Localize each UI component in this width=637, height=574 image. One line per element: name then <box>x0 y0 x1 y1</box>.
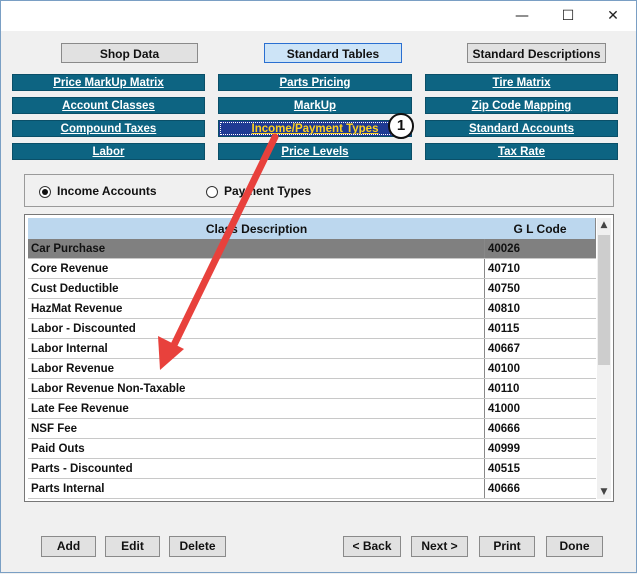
cell-gl-code: 40100 <box>488 363 520 375</box>
callout-badge: 1 <box>388 113 414 139</box>
account-classes-button[interactable]: Account Classes <box>12 97 205 114</box>
close-icon[interactable]: ✕ <box>590 1 636 31</box>
column-header-gl-code[interactable]: G L Code <box>485 218 596 240</box>
table-row[interactable]: Labor Revenue 40100 <box>28 359 596 379</box>
cell-gl-code: 40110 <box>488 383 520 395</box>
tax-rate-button[interactable]: Tax Rate <box>425 143 618 160</box>
radio-selected-icon <box>39 186 51 198</box>
minimize-icon[interactable]: — <box>499 1 545 31</box>
main-window: — ☐ ✕ Shop Data Standard Tables Standard… <box>0 0 637 573</box>
cell-gl-code: 40666 <box>488 423 520 435</box>
column-header-description[interactable]: Class Description <box>28 218 486 240</box>
cell-description: Parts Internal <box>28 479 485 498</box>
cell-gl-code: 40515 <box>488 463 520 475</box>
scroll-up-icon[interactable]: ▲ <box>597 218 611 232</box>
payment-types-radio[interactable]: Payment Types <box>206 184 311 198</box>
cell-description: Labor Revenue <box>28 359 485 378</box>
cell-description: Car Purchase <box>28 239 485 258</box>
markup-button[interactable]: MarkUp <box>218 97 412 114</box>
cell-gl-code: 40999 <box>488 443 520 455</box>
labor-button[interactable]: Labor <box>12 143 205 160</box>
cell-gl-code: 41000 <box>488 403 520 415</box>
cell-gl-code: 40666 <box>488 483 520 495</box>
standard-descriptions-button[interactable]: Standard Descriptions <box>467 43 606 63</box>
table-row[interactable]: Paid Outs 40999 <box>28 439 596 459</box>
cell-description: Cust Deductible <box>28 279 485 298</box>
next-button[interactable]: Next > <box>411 536 468 557</box>
price-markup-matrix-button[interactable]: Price MarkUp Matrix <box>12 74 205 91</box>
title-bar: — ☐ ✕ <box>1 1 636 31</box>
cell-description: Labor Internal <box>28 339 485 358</box>
parts-pricing-button[interactable]: Parts Pricing <box>218 74 412 91</box>
cell-description: Paid Outs <box>28 439 485 458</box>
cell-gl-code: 40115 <box>488 323 520 335</box>
cell-description: HazMat Revenue <box>28 299 485 318</box>
shop-data-button[interactable]: Shop Data <box>61 43 198 63</box>
accounts-grid: Class Description G L Code Car Purchase 4… <box>24 214 614 502</box>
table-row[interactable]: Parts - Discounted 40515 <box>28 459 596 479</box>
table-row[interactable]: HazMat Revenue 40810 <box>28 299 596 319</box>
back-button[interactable]: < Back <box>343 536 401 557</box>
income-payment-types-button[interactable]: Income/Payment Types <box>218 120 412 137</box>
cell-gl-code: 40667 <box>488 343 520 355</box>
cell-gl-code: 40710 <box>488 263 520 275</box>
payment-types-label: Payment Types <box>224 184 312 198</box>
table-row[interactable]: Core Revenue 40710 <box>28 259 596 279</box>
table-row[interactable]: Cust Deductible 40750 <box>28 279 596 299</box>
cell-description: NSF Fee <box>28 419 485 438</box>
done-button[interactable]: Done <box>546 536 603 557</box>
radio-unselected-icon <box>206 186 218 198</box>
table-row[interactable]: Parts Internal 40666 <box>28 479 596 499</box>
table-row[interactable]: Labor - Discounted 40115 <box>28 319 596 339</box>
cell-description: Labor - Discounted <box>28 319 485 338</box>
standard-accounts-button[interactable]: Standard Accounts <box>425 120 618 137</box>
table-row[interactable]: Car Purchase 40026 <box>28 239 596 259</box>
cell-description: Late Fee Revenue <box>28 399 485 418</box>
cell-gl-code: 40750 <box>488 283 520 295</box>
cell-gl-code: 40810 <box>488 303 520 315</box>
delete-button[interactable]: Delete <box>169 536 226 557</box>
cell-description: Labor Revenue Non-Taxable <box>28 379 485 398</box>
scroll-thumb[interactable] <box>598 235 610 365</box>
account-type-group: Income Accounts Payment Types <box>24 174 614 207</box>
income-accounts-radio[interactable]: Income Accounts <box>39 184 157 198</box>
print-button[interactable]: Print <box>479 536 535 557</box>
cell-description: Parts - Discounted <box>28 459 485 478</box>
price-levels-button[interactable]: Price Levels <box>218 143 412 160</box>
scroll-down-icon[interactable]: ▼ <box>597 485 611 499</box>
maximize-icon[interactable]: ☐ <box>545 1 591 31</box>
vertical-scrollbar[interactable]: ▲ ▼ <box>597 218 611 499</box>
cell-description: Core Revenue <box>28 259 485 278</box>
table-row[interactable]: Labor Revenue Non-Taxable 40110 <box>28 379 596 399</box>
income-accounts-label: Income Accounts <box>57 184 157 198</box>
table-row[interactable]: NSF Fee 40666 <box>28 419 596 439</box>
table-row[interactable]: Labor Internal 40667 <box>28 339 596 359</box>
cell-gl-code: 40026 <box>488 243 520 255</box>
standard-tables-button[interactable]: Standard Tables <box>264 43 402 63</box>
compound-taxes-button[interactable]: Compound Taxes <box>12 120 205 137</box>
table-row[interactable]: Late Fee Revenue 41000 <box>28 399 596 419</box>
zip-code-mapping-button[interactable]: Zip Code Mapping <box>425 97 618 114</box>
tire-matrix-button[interactable]: Tire Matrix <box>425 74 618 91</box>
edit-button[interactable]: Edit <box>105 536 160 557</box>
add-button[interactable]: Add <box>41 536 96 557</box>
